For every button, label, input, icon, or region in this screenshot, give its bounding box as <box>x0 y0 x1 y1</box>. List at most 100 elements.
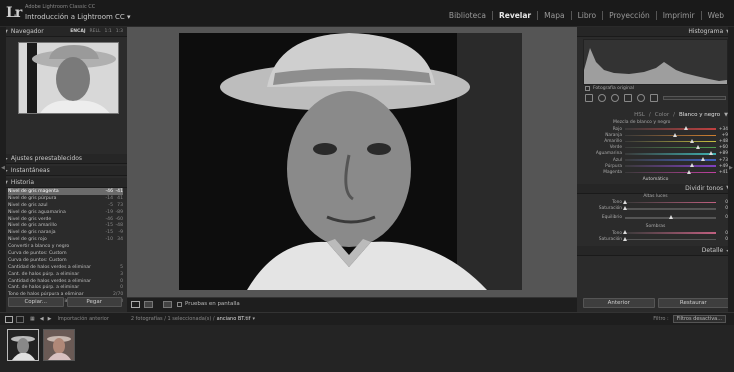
navigator-preview[interactable] <box>18 42 119 114</box>
slider-value[interactable]: +48 <box>716 139 728 144</box>
window-1-icon[interactable] <box>5 315 13 323</box>
history-item[interactable]: Nivel de gris aguamarina -19 -89 <box>8 209 123 216</box>
histogram-header[interactable]: Histograma ▼ <box>577 27 734 37</box>
zoom-1-3[interactable]: 1:3 <box>116 29 123 34</box>
slider-track[interactable] <box>623 236 716 241</box>
slider-knob[interactable] <box>623 199 627 204</box>
slider-value[interactable]: +34 <box>716 127 728 132</box>
module-libro[interactable]: Libro <box>570 11 603 20</box>
brush-icon[interactable] <box>650 94 658 102</box>
slider-track[interactable] <box>623 206 716 211</box>
right-panel-toggle[interactable]: ▶ <box>728 27 734 312</box>
red-eye-icon[interactable] <box>611 94 619 102</box>
history-item[interactable]: Curva de puntos: Custom <box>8 257 123 264</box>
slider-track[interactable] <box>625 144 716 149</box>
slider-knob[interactable] <box>623 206 627 211</box>
catalog-menu[interactable]: Introducción a Lightroom CC ▾ <box>25 13 131 21</box>
compare-view-icon[interactable] <box>144 301 153 308</box>
tab-hsl[interactable]: HSL <box>634 112 645 118</box>
slider-value[interactable]: 0 <box>716 215 728 220</box>
histogram-graph[interactable] <box>583 39 728 85</box>
slider-knob[interactable] <box>695 144 700 149</box>
split-toning-header[interactable]: Dividir tonos ▼ <box>577 183 734 194</box>
history-item[interactable]: Nivel de gris verde -46 -60 <box>8 216 123 223</box>
tab-black-white[interactable]: Blanco y negro <box>679 112 720 118</box>
history-item[interactable]: Nivel de gris amarillo -15 -48 <box>8 222 123 229</box>
slider-knob[interactable] <box>673 132 678 137</box>
history-item[interactable]: Nivel de gris magenta -46 -41 <box>8 188 123 195</box>
loupe-view-icon[interactable] <box>131 301 140 308</box>
history-header[interactable]: ▼ Historia <box>0 178 127 188</box>
history-item[interactable]: Nivel de gris naranja -15 -9 <box>8 229 123 236</box>
tab-color[interactable]: Color <box>655 112 669 118</box>
slider-knob[interactable] <box>690 163 695 168</box>
history-item[interactable]: Nivel de gris púrpura -14 41 <box>8 195 123 202</box>
snapshots-header[interactable]: ▶ Instantáneas <box>0 166 127 176</box>
module-revelar[interactable]: Revelar <box>491 11 537 20</box>
brush-size-slider[interactable] <box>663 96 726 100</box>
slider-value[interactable]: +9 <box>716 133 728 138</box>
slider-track[interactable] <box>625 157 716 162</box>
forward-arrow-icon[interactable]: ▶ <box>48 316 52 322</box>
history-item[interactable]: Cantidad de halos verdes a eliminar 5 <box>8 264 123 271</box>
presets-header[interactable]: ▶ Ajustes preestablecidos <box>0 154 127 164</box>
thumbnail-color[interactable] <box>43 329 75 361</box>
grid-icon[interactable]: ▦ <box>30 316 35 322</box>
slider-value[interactable]: +60 <box>716 145 728 150</box>
history-item[interactable]: Curva de puntos: Custom <box>8 250 123 257</box>
slider-knob[interactable] <box>623 236 627 241</box>
crop-icon[interactable] <box>585 94 593 102</box>
slider-track[interactable] <box>623 199 716 204</box>
slider-knob[interactable] <box>686 169 691 174</box>
module-biblioteca[interactable]: Biblioteca <box>443 11 492 20</box>
history-item[interactable]: Cantidad de halos verdes a eliminar 0 <box>8 278 123 285</box>
slider-value[interactable]: +49 <box>716 164 728 169</box>
slider-knob[interactable] <box>708 151 713 156</box>
filter-select[interactable]: Filtros desactiva... <box>672 315 726 323</box>
slider-track[interactable] <box>625 215 716 220</box>
previous-button[interactable]: Anterior <box>583 298 655 308</box>
slider-track[interactable] <box>623 230 716 235</box>
slider-value[interactable]: +73 <box>716 158 728 163</box>
slider-knob[interactable] <box>690 138 695 143</box>
spot-removal-icon[interactable] <box>598 94 606 102</box>
soft-proof-checkbox[interactable] <box>177 302 182 307</box>
module-mapa[interactable]: Mapa <box>537 11 570 20</box>
chevron-down-icon[interactable]: ▾ <box>252 316 255 322</box>
slider-track[interactable] <box>625 132 716 137</box>
photo-canvas[interactable] <box>127 27 577 297</box>
slider-knob[interactable] <box>701 157 706 162</box>
slider-knob[interactable] <box>623 230 627 235</box>
slider-value[interactable]: 0 <box>716 237 728 242</box>
slider-track[interactable] <box>625 169 716 174</box>
slider-value[interactable]: +89 <box>716 151 728 156</box>
history-item[interactable]: Nivel de gris rojo -10 34 <box>8 236 123 243</box>
slider-value[interactable]: +41 <box>716 170 728 175</box>
left-panel-toggle[interactable]: ◀ <box>0 27 6 312</box>
history-item[interactable]: Cant. de halos púrp. a eliminar 3 <box>8 271 123 278</box>
history-item[interactable]: Nivel de gris azul -5 73 <box>8 202 123 209</box>
slider-track[interactable] <box>625 138 716 143</box>
filmstrip-source[interactable]: Importación anterior <box>57 316 108 322</box>
slider-knob[interactable] <box>683 126 688 131</box>
window-2-icon[interactable] <box>16 315 24 323</box>
zoom-fit[interactable]: ENCAJ <box>70 29 85 34</box>
slider-value[interactable]: 0 <box>716 231 728 236</box>
module-proyeccion[interactable]: Proyección <box>602 11 656 20</box>
navigator-header[interactable]: ▼ Navegador ENCAJ RELL 1:1 1:3 <box>0 27 127 37</box>
zoom-fill[interactable]: RELL <box>90 29 101 34</box>
history-item[interactable]: Cant. de halos púrp. a eliminar 0 <box>8 284 123 291</box>
thumbnail-bw[interactable] <box>7 329 39 361</box>
radial-filter-icon[interactable] <box>637 94 645 102</box>
detail-header[interactable]: Detalle ◀ <box>577 246 734 257</box>
before-after-icon[interactable] <box>163 301 172 308</box>
original-photo-checkbox[interactable] <box>585 86 590 91</box>
zoom-1-1[interactable]: 1:1 <box>105 29 112 34</box>
back-arrow-icon[interactable]: ◀ <box>40 316 44 322</box>
module-imprimir[interactable]: Imprimir <box>655 11 701 20</box>
copy-button[interactable]: Copiar... <box>8 297 64 307</box>
graduated-filter-icon[interactable] <box>624 94 632 102</box>
slider-value[interactable]: 0 <box>716 200 728 205</box>
slider-track[interactable] <box>625 163 716 168</box>
slider-knob[interactable] <box>668 215 673 220</box>
